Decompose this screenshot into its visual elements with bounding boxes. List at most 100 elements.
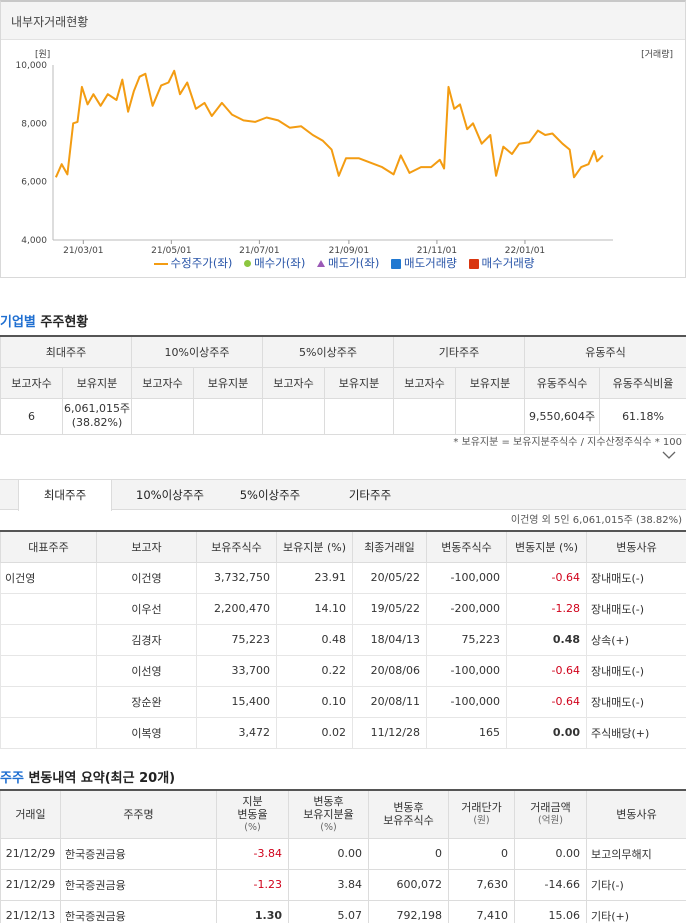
column-header: 변동사유	[586, 789, 686, 839]
column-header: 보고자수	[393, 366, 457, 399]
group-header: 5%이상주주	[262, 335, 395, 368]
table-cell: 20/08/11	[352, 685, 427, 718]
tab-10pct-holder[interactable]: 10%이상주주	[120, 480, 220, 510]
table-cell	[0, 716, 97, 749]
table-cell: 9,550,604주	[524, 397, 601, 435]
table-cell: 상속(+)	[586, 623, 686, 656]
tab-5pct-holder[interactable]: 5%이상주주	[222, 480, 318, 510]
chevron-down-icon[interactable]	[662, 448, 676, 462]
major-holder-summary: 이건영 외 5인 6,061,015주 (38.82%)	[510, 515, 682, 526]
table-cell: -100,000	[426, 654, 507, 687]
table-cell	[262, 397, 326, 435]
table-cell: 15.06	[514, 899, 587, 923]
table-cell: 21/12/13	[0, 899, 61, 923]
column-header: 최종거래일	[352, 530, 427, 563]
table-row: 6 6,061,015주 (38.82%) 9,550,604주 61.18%	[0, 397, 686, 435]
table-cell: 6,061,015주 (38.82%)	[61, 397, 133, 435]
table-row: 21/12/29 한국증권금융 -1.23 3.84 600,072 7,630 -14.6…	[0, 868, 686, 901]
column-header: 보유지분	[324, 366, 395, 399]
y-tick-label: 10,000	[16, 61, 48, 71]
x-tick-label: 21/05/01	[151, 246, 191, 255]
x-tick-label: 21/03/01	[63, 246, 103, 255]
table-cell: 11/12/28	[352, 716, 427, 749]
table-cell: 김경자	[96, 623, 197, 656]
y-axis-unit-label: [원]	[35, 49, 50, 60]
legend-buy-price[interactable]: 매수가(좌)	[244, 255, 305, 271]
column-header: 보유지분	[61, 366, 133, 399]
chart-panel-title: 내부자거래현황	[1, 2, 685, 40]
column-header: 보고자수	[262, 366, 326, 399]
group-header: 10%이상주주	[131, 335, 264, 368]
column-header: 거래금액 (억원)	[514, 789, 587, 839]
table-row: 이복영 3,472 0.02 11/12/28 165 0.00 주식배당(+)	[0, 716, 686, 749]
line-swatch-icon	[153, 262, 168, 265]
tab-other-holder[interactable]: 기타주주	[328, 480, 412, 510]
price-series-line	[54, 69, 604, 179]
table-cell: 한국증권금융	[60, 868, 217, 901]
table-cell: 20/08/06	[352, 654, 427, 687]
table-cell: -1.28	[506, 592, 587, 625]
table-cell: 주식배당(+)	[586, 716, 686, 749]
column-header: 변동주식수	[426, 530, 507, 563]
table-cell: 19/05/22	[352, 592, 427, 625]
insider-trading-chart-panel: 내부자거래현황 [원] [거래량] 10,000 8,000 6,000 4,000 21/…	[0, 0, 686, 278]
tab-major-holder[interactable]: 최대주주	[18, 480, 112, 511]
table-cell: 2,200,470	[196, 592, 277, 625]
column-header: 변동지분 (%)	[506, 530, 587, 563]
holding-formula-note: * 보유지분 = 보유지분주식수 / 지수산정주식수 * 100	[453, 437, 682, 448]
dot-swatch-icon	[244, 260, 252, 267]
table-cell: 5.07	[288, 899, 369, 923]
column-header: 보유지분	[455, 366, 526, 399]
table-cell: -100,000	[426, 561, 507, 594]
column-header: 변동후 보유지분율 (%)	[288, 789, 369, 839]
table-cell	[0, 592, 97, 625]
table-cell: -0.64	[506, 654, 587, 687]
table-cell: 0.00	[288, 837, 369, 870]
table-cell: 6	[0, 397, 63, 435]
table-cell: 3.84	[288, 868, 369, 901]
group-header: 최대주주	[0, 335, 133, 368]
table-cell: -14.66	[514, 868, 587, 901]
table-cell	[193, 397, 264, 435]
column-header: 보고자수	[131, 366, 195, 399]
table-cell: 600,072	[368, 868, 449, 901]
legend-sell-price[interactable]: 매도가(좌)	[317, 255, 379, 271]
table-cell: 75,223	[426, 623, 507, 656]
table-cell: 33,700	[196, 654, 277, 687]
table-cell: 14.10	[276, 592, 353, 625]
table-cell: -3.84	[216, 837, 289, 870]
column-header: 거래단가 (원)	[448, 789, 515, 839]
table-cell	[393, 397, 457, 435]
table-cell: 0.00	[514, 837, 587, 870]
table-row: 김경자 75,223 0.48 18/04/13 75,223 0.48 상속(+)	[0, 623, 686, 656]
change-section-title: 주주 변동내역 요약(최근 20개)	[0, 771, 176, 786]
table-cell: 3,472	[196, 716, 277, 749]
table-cell: 이건영	[0, 561, 97, 594]
column-header: 거래일	[0, 789, 61, 839]
table-cell: 이복영	[96, 716, 197, 749]
table-cell: 이우선	[96, 592, 197, 625]
table-cell: 이건영	[96, 561, 197, 594]
column-header: 보고자	[96, 530, 197, 563]
table-cell	[455, 397, 526, 435]
column-header: 주주명	[60, 789, 217, 839]
triangle-swatch-icon	[317, 260, 326, 267]
table-cell: 0	[368, 837, 449, 870]
column-header: 지분 변동율 (%)	[216, 789, 289, 839]
x-tick-label: 21/11/01	[417, 246, 457, 255]
holder-type-tabs: 최대주주 10%이상주주 5%이상주주 기타주주	[0, 479, 686, 511]
column-header: 보유지분 (%)	[276, 530, 353, 563]
table-cell: 0.48	[506, 623, 587, 656]
column-header: 대표주주	[0, 530, 97, 563]
group-header: 유동주식	[524, 335, 686, 368]
legend-price[interactable]: 수정주가(좌)	[153, 255, 232, 271]
price-chart: [원] [거래량] 10,000 8,000 6,000 4,000 21/03/01 21/…	[16, 48, 674, 255]
legend-sell-volume[interactable]: 매도거래량	[390, 255, 457, 271]
table-cell: 이선영	[96, 654, 197, 687]
table-cell: 0.22	[276, 654, 353, 687]
table-cell: 기타(-)	[586, 868, 686, 901]
table-cell: 장내매도(-)	[586, 654, 686, 687]
table-cell: 7,410	[448, 899, 515, 923]
table-cell: 1.30	[216, 899, 289, 923]
legend-buy-volume[interactable]: 매수거래량	[468, 255, 534, 271]
